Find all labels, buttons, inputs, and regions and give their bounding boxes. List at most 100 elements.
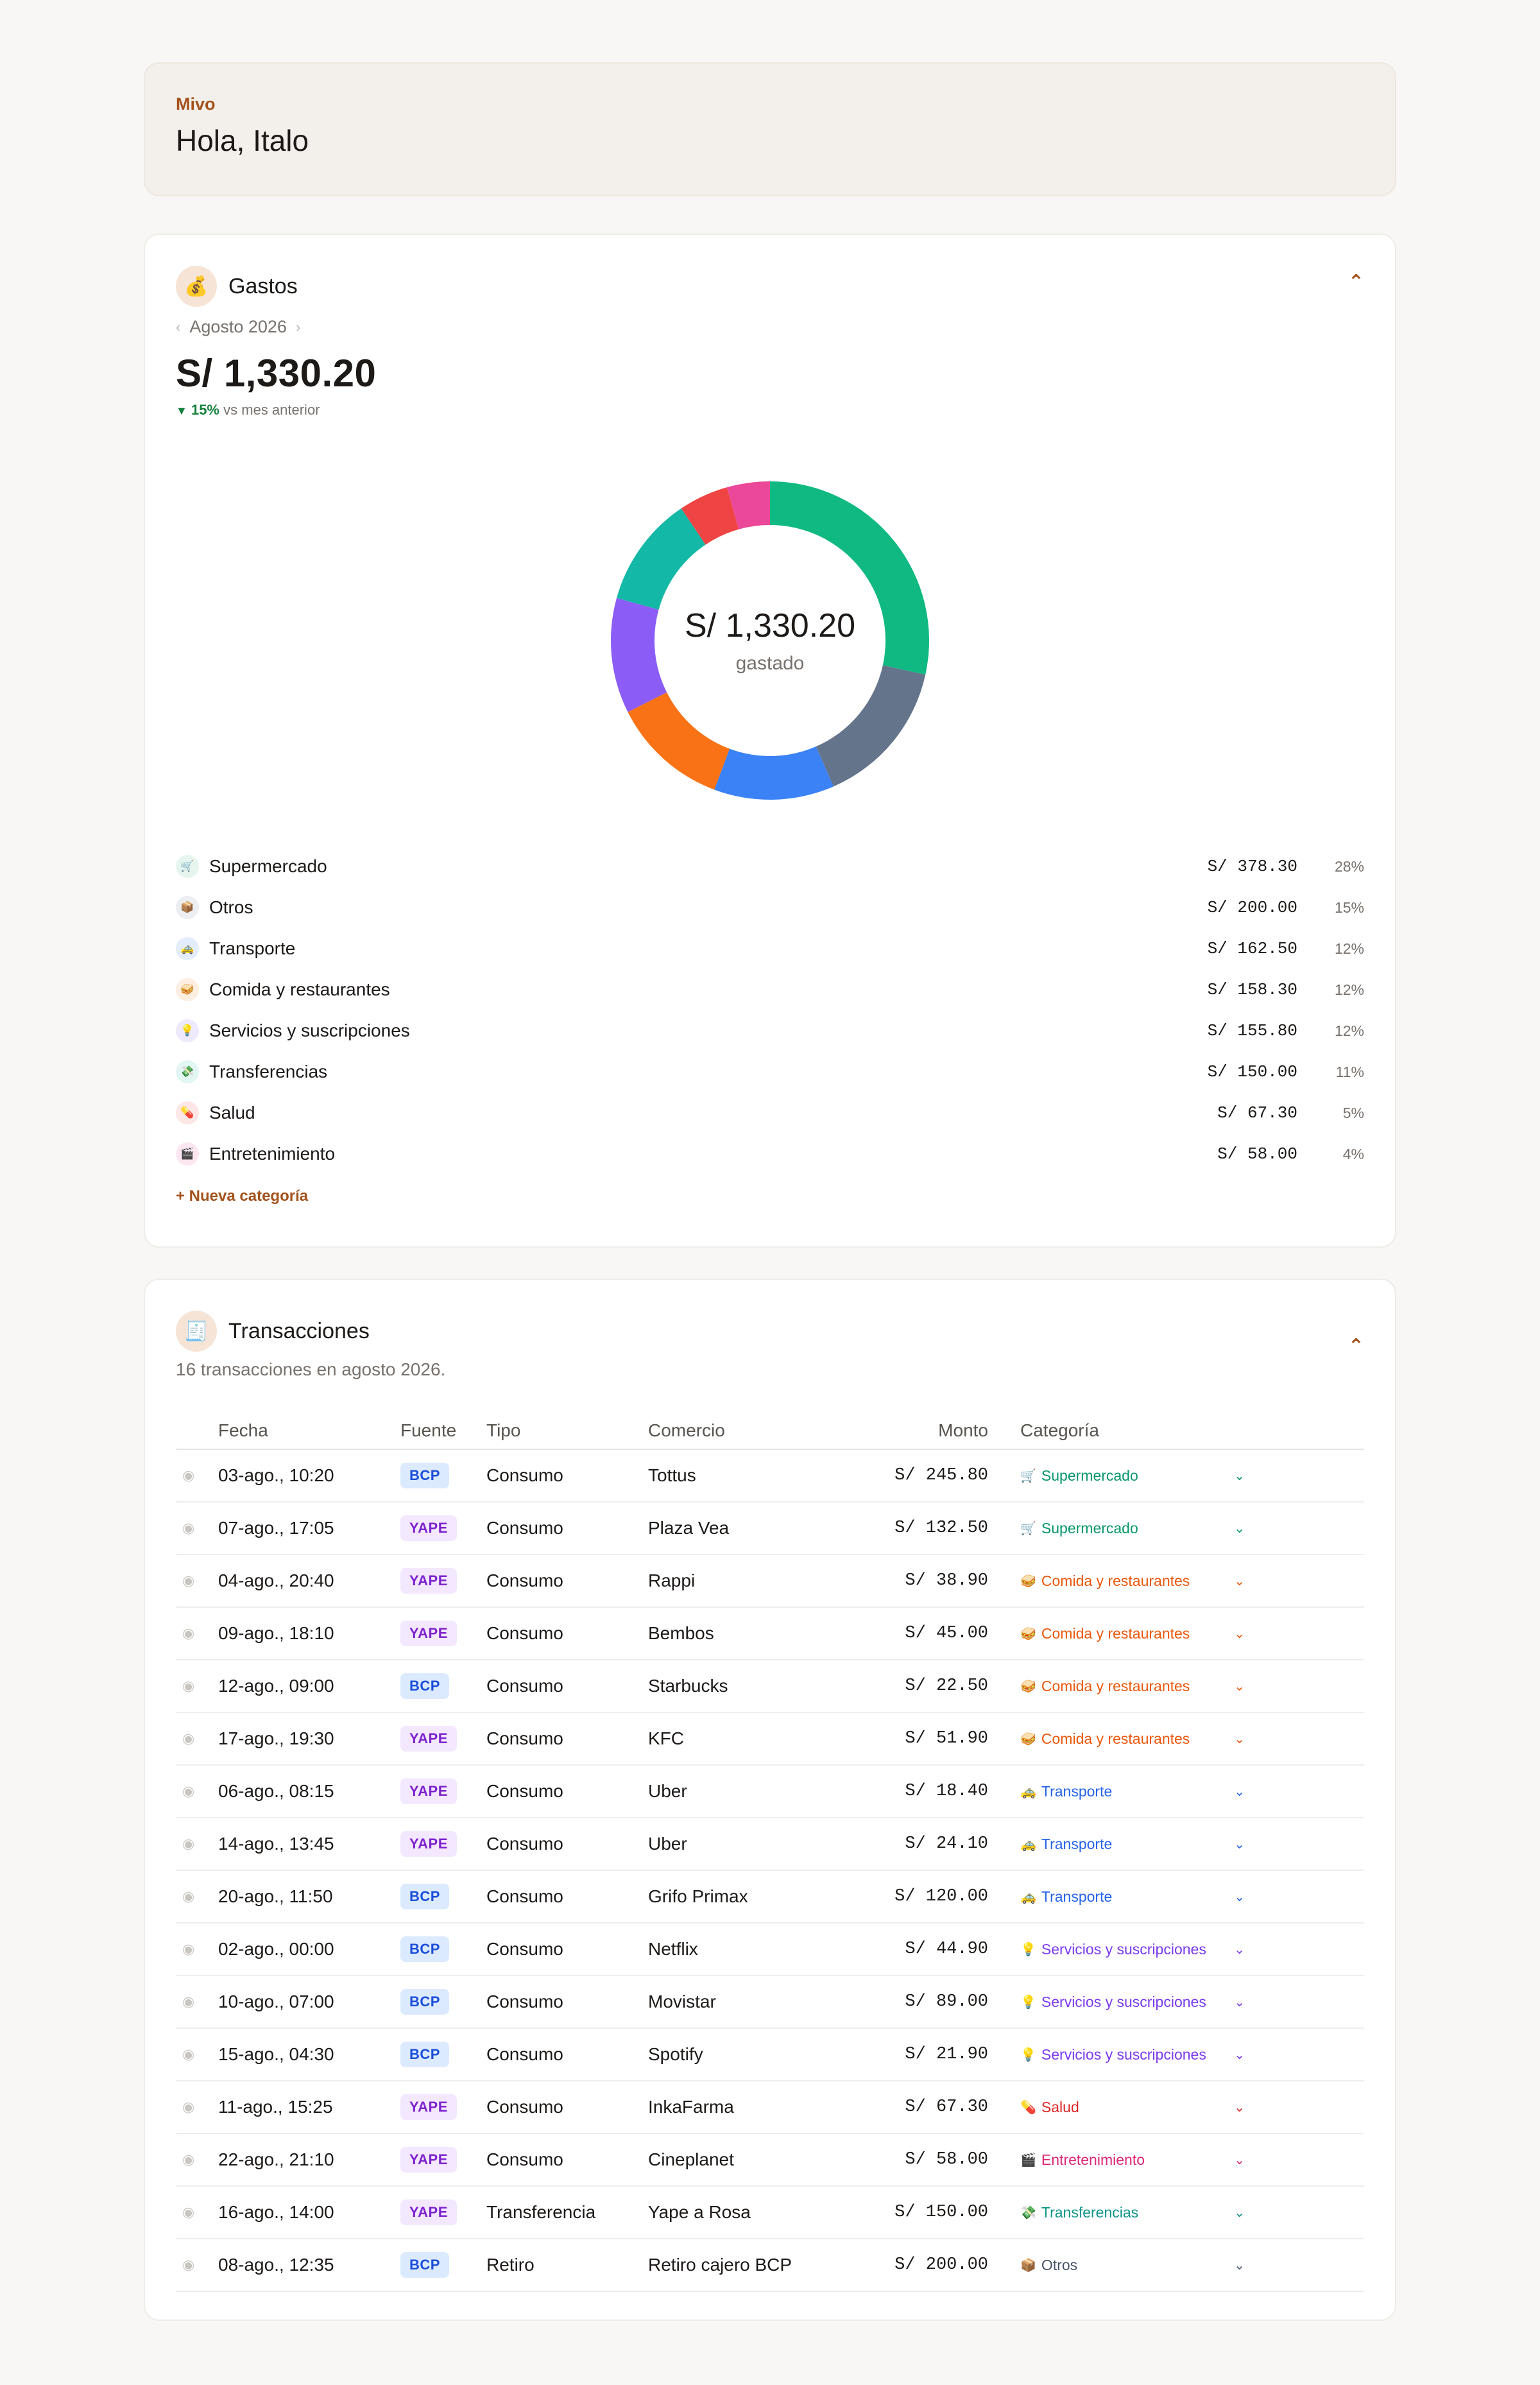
category-select[interactable]: 💡 Servicios y suscripciones ⌄ (1020, 1941, 1245, 1958)
cell-fecha: 02-ago., 00:00 (218, 1923, 400, 1976)
category-select[interactable]: 🚕 Transporte ⌄ (1020, 1836, 1245, 1853)
cell-categoria: 🛒 Supermercado ⌄ (988, 1449, 1364, 1502)
cell-tipo: Consumo (486, 1765, 648, 1818)
eye-icon[interactable]: ◉ (176, 2239, 218, 2292)
table-row[interactable]: ◉ 10-ago., 07:00 BCP Consumo Movistar S/ 89.0… (176, 1976, 1364, 2029)
category-emoji-icon: 🥪 (1020, 1626, 1036, 1641)
total-amount: S/ 1,330.20 (176, 352, 377, 395)
eye-icon[interactable]: ◉ (176, 1660, 218, 1713)
category-row[interactable]: 🚕 Transporte S/ 162.50 12% (176, 928, 1364, 969)
category-row[interactable]: 🎬 Entretenimiento S/ 58.00 4% (176, 1133, 1364, 1175)
cell-fuente: YAPE (400, 1554, 486, 1608)
table-row[interactable]: ◉ 07-ago., 17:05 YAPE Consumo Plaza Vea S/ 13… (176, 1502, 1364, 1555)
eye-icon[interactable]: ◉ (176, 1712, 218, 1766)
eye-icon[interactable]: ◉ (176, 2081, 218, 2134)
col-fecha[interactable]: Fecha (218, 1412, 400, 1450)
table-row[interactable]: ◉ 12-ago., 09:00 BCP Consumo Starbucks S/ 22.… (176, 1660, 1364, 1713)
category-row[interactable]: 🛒 Supermercado S/ 378.30 28% (176, 846, 1364, 887)
category-row[interactable]: 💸 Transferencias S/ 150.00 11% (176, 1051, 1364, 1092)
category-select[interactable]: 🚕 Transporte ⌄ (1020, 1888, 1245, 1906)
eye-icon[interactable]: ◉ (176, 1870, 218, 1924)
col-comercio[interactable]: Comercio (648, 1412, 834, 1450)
category-select[interactable]: 💸 Transferencias ⌄ (1020, 2204, 1245, 2221)
delta-indicator: ▼ 15% vs mes anterior (176, 402, 1364, 418)
donut-center-label: gastado (735, 653, 805, 674)
category-select[interactable]: 🛒 Supermercado ⌄ (1020, 1467, 1245, 1485)
col-monto[interactable]: Monto (834, 1412, 988, 1450)
col-fuente[interactable]: Fuente (400, 1412, 486, 1450)
table-row[interactable]: ◉ 08-ago., 12:35 BCP Retiro Retiro cajero BC… (176, 2239, 1364, 2292)
category-select[interactable]: 💡 Servicios y suscripciones ⌄ (1020, 1993, 1245, 2011)
chevron-left-icon[interactable]: ‹ (176, 319, 180, 336)
cell-categoria: 💸 Transferencias ⌄ (988, 2186, 1364, 2239)
eye-icon[interactable]: ◉ (176, 2133, 218, 2187)
category-select[interactable]: 🚕 Transporte ⌄ (1020, 1783, 1245, 1800)
eye-icon[interactable]: ◉ (176, 1923, 218, 1976)
page: Mivo Hola, Italo 💰 Gastos ⌃ ‹ Agosto 202… (144, 0, 1396, 2321)
eye-icon[interactable]: ◉ (176, 2028, 218, 2081)
col-tipo[interactable]: Tipo (486, 1412, 648, 1450)
eye-icon[interactable]: ◉ (176, 2186, 218, 2239)
category-select[interactable]: 💡 Servicios y suscripciones ⌄ (1020, 2046, 1245, 2063)
table-row[interactable]: ◉ 16-ago., 14:00 YAPE Transferencia Yape a R… (176, 2186, 1364, 2239)
chevron-up-icon[interactable]: ⌃ (1348, 271, 1364, 293)
table-row[interactable]: ◉ 11-ago., 15:25 YAPE Consumo InkaFarma S/ 67… (176, 2081, 1364, 2134)
category-select[interactable]: 💊 Salud ⌄ (1020, 2099, 1245, 2116)
table-row[interactable]: ◉ 03-ago., 10:20 BCP Consumo Tottus S/ 245.80… (176, 1449, 1364, 1502)
category-row[interactable]: 📦 Otros S/ 200.00 15% (176, 887, 1364, 928)
category-select-label: Transporte (1041, 1835, 1113, 1852)
category-row[interactable]: 💊 Salud S/ 67.30 5% (176, 1092, 1364, 1133)
category-select[interactable]: 🛒 Supermercado ⌄ (1020, 1520, 1245, 1537)
category-emoji-icon: 💊 (1020, 2100, 1036, 2115)
category-select[interactable]: 🥪 Comida y restaurantes ⌄ (1020, 1625, 1245, 1642)
eye-icon[interactable]: ◉ (176, 1765, 218, 1818)
cell-categoria: 🚕 Transporte ⌄ (988, 1870, 1364, 1924)
cell-fecha: 06-ago., 08:15 (218, 1765, 400, 1818)
table-row[interactable]: ◉ 14-ago., 13:45 YAPE Consumo Uber S/ 24.10 🚕 T… (176, 1818, 1364, 1871)
cell-comercio: Cineplanet (648, 2133, 834, 2187)
cell-fuente: BCP (400, 2239, 486, 2292)
category-select[interactable]: 📦 Otros ⌄ (1020, 2257, 1245, 2274)
category-select-label: Transporte (1041, 1782, 1113, 1800)
table-row[interactable]: ◉ 06-ago., 08:15 YAPE Consumo Uber S/ 18.40 🚕 T… (176, 1765, 1364, 1818)
category-emoji-icon: 🛒 (1020, 1468, 1036, 1483)
eye-icon[interactable]: ◉ (176, 1554, 218, 1608)
table-row[interactable]: ◉ 09-ago., 18:10 YAPE Consumo Bembos S/ 45.00… (176, 1607, 1364, 1660)
eye-icon[interactable]: ◉ (176, 1502, 218, 1555)
category-name: Entretenimiento (209, 1144, 336, 1164)
period-label: Agosto 2026 (189, 317, 287, 336)
cell-tipo: Consumo (486, 1712, 648, 1766)
table-row[interactable]: ◉ 20-ago., 11:50 BCP Consumo Grifo Primax S/ … (176, 1870, 1364, 1924)
category-select[interactable]: 🥪 Comida y restaurantes ⌄ (1020, 1730, 1245, 1748)
category-icon: 💸 (176, 1060, 199, 1083)
category-row[interactable]: 💡 Servicios y suscripciones S/ 155.80 12% (176, 1010, 1364, 1051)
table-row[interactable]: ◉ 02-ago., 00:00 BCP Consumo Netflix S/ 44.90… (176, 1923, 1364, 1976)
eye-icon[interactable]: ◉ (176, 1976, 218, 2029)
category-select[interactable]: 🥪 Comida y restaurantes ⌄ (1020, 1678, 1245, 1695)
cell-comercio: Bembos (648, 1607, 834, 1660)
table-row[interactable]: ◉ 17-ago., 19:30 YAPE Consumo KFC S/ 51.90 🥪 Co… (176, 1712, 1364, 1766)
category-name: Otros (209, 897, 253, 917)
cell-tipo: Consumo (486, 1976, 648, 2029)
table-row[interactable]: ◉ 22-ago., 21:10 YAPE Consumo Cineplanet S/ 5… (176, 2133, 1364, 2187)
new-category-button[interactable]: + Nueva categoría (176, 1187, 1364, 1205)
table-row[interactable]: ◉ 04-ago., 20:40 YAPE Consumo Rappi S/ 38.90 🥪… (176, 1554, 1364, 1608)
cell-comercio: Yape a Rosa (648, 2186, 834, 2239)
category-select[interactable]: 🎬 Entretenimiento ⌄ (1020, 2151, 1245, 2169)
cell-tipo: Consumo (486, 1818, 648, 1871)
category-row[interactable]: 🥪 Comida y restaurantes S/ 158.30 12% (176, 969, 1364, 1010)
category-select-label: Comida y restaurantes (1041, 1677, 1190, 1694)
col-categoria[interactable]: Categoría (988, 1412, 1364, 1450)
eye-icon[interactable]: ◉ (176, 1607, 218, 1660)
cell-tipo: Consumo (486, 1660, 648, 1713)
chevron-up-icon[interactable]: ⌃ (1348, 1335, 1364, 1357)
table-header: Fecha Fuente Tipo Comercio Monto Categor… (176, 1412, 1364, 1450)
eye-icon[interactable]: ◉ (176, 1449, 218, 1502)
table-row[interactable]: ◉ 15-ago., 04:30 BCP Consumo Spotify S/ 21.90… (176, 2028, 1364, 2081)
category-select[interactable]: 🥪 Comida y restaurantes ⌄ (1020, 1572, 1245, 1590)
eye-icon[interactable]: ◉ (176, 1818, 218, 1871)
greeting-text: Hola, Italo (176, 124, 309, 157)
chevron-right-icon[interactable]: › (296, 319, 300, 336)
donut-center: S/ 1,330.20 gastado (610, 480, 930, 801)
cell-monto: S/ 38.90 (834, 1554, 988, 1608)
